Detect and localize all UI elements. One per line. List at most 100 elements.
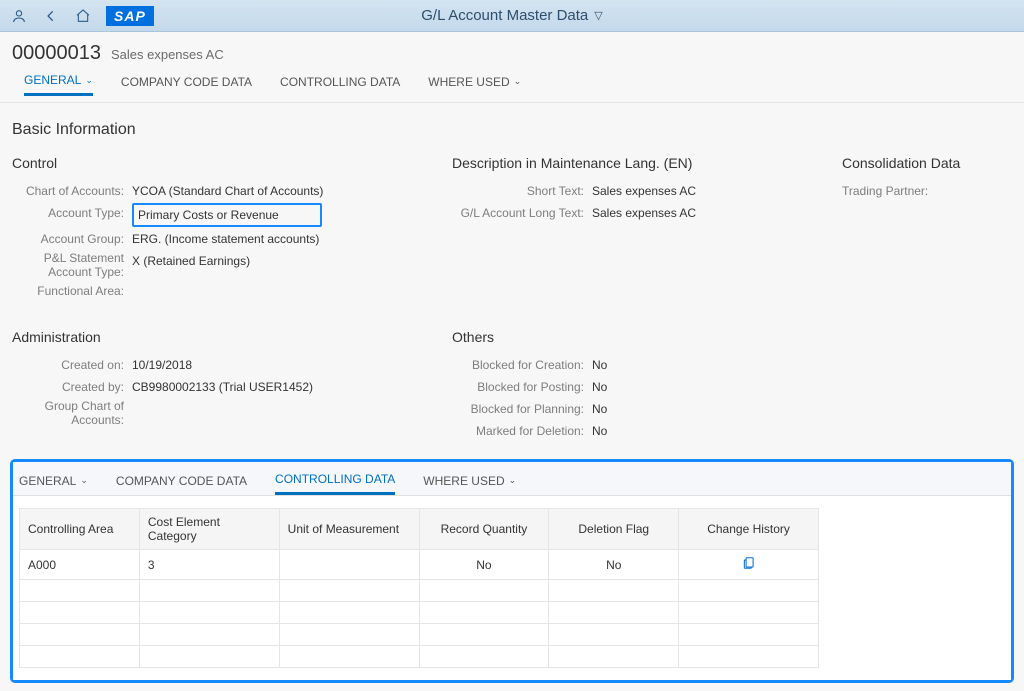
col-cost-element-category[interactable]: Cost Element Category [139, 509, 279, 550]
label-blocked-creation: Blocked for Creation: [452, 355, 592, 375]
tab-company-label: COMPANY CODE DATA [121, 75, 252, 89]
panel-control-title: Control [12, 155, 432, 171]
topbar-left-icons: SAP [0, 6, 154, 26]
panel-administration: Administration Created on: 10/19/2018 Cr… [12, 329, 432, 443]
table-header-row: Controlling Area Cost Element Category U… [20, 509, 819, 550]
tab-controlling-data[interactable]: CONTROLLING DATA [280, 73, 400, 96]
label-short-text: Short Text: [452, 181, 592, 201]
controlling-data-table-wrap: Controlling Area Cost Element Category U… [13, 496, 1011, 680]
label-trading-partner: Trading Partner: [842, 181, 936, 201]
lower-tab-company-label: COMPANY CODE DATA [116, 474, 247, 488]
value-long-text: Sales expenses AC [592, 203, 696, 223]
value-account-group: ERG. (Income statement accounts) [132, 229, 319, 249]
lower-tab-general[interactable]: GENERAL ⌄ [19, 472, 88, 495]
tab-general-label: GENERAL [24, 73, 81, 87]
label-group-chart-a: Group Chart of [45, 399, 124, 413]
value-blocked-posting: No [592, 377, 607, 397]
panel-description-lang: Description in Maintenance Lang. (EN) Sh… [452, 155, 822, 303]
table-row-empty [20, 602, 819, 624]
table-row-empty [20, 580, 819, 602]
panel-consolidation-title: Consolidation Data [842, 155, 1012, 171]
panel-consolidation: Consolidation Data Trading Partner: [842, 155, 1012, 303]
lower-tab-controlling-data[interactable]: CONTROLLING DATA [275, 472, 395, 495]
label-group-chart-b: Accounts: [71, 413, 124, 427]
tab-whereused-label: WHERE USED [428, 75, 509, 89]
label-functional-area: Functional Area: [12, 281, 132, 301]
label-marked-deletion: Marked for Deletion: [452, 421, 592, 441]
value-marked-deletion: No [592, 421, 607, 441]
info-grid-bottom: Administration Created on: 10/19/2018 Cr… [0, 311, 1024, 451]
chevron-down-icon: ⌄ [85, 75, 93, 86]
chevron-down-icon: ⌄ [514, 76, 522, 87]
panel-others: Others Blocked for Creation: No Blocked … [452, 329, 822, 443]
value-blocked-planning: No [592, 399, 607, 419]
label-pl-a: P&L Statement [44, 251, 124, 265]
value-chart-of-accounts: YCOA (Standard Chart of Accounts) [132, 181, 323, 201]
label-blocked-posting: Blocked for Posting: [452, 377, 592, 397]
lower-tab-where-used[interactable]: WHERE USED ⌄ [423, 472, 516, 495]
user-icon[interactable] [10, 7, 28, 25]
chevron-down-icon: ⌄ [509, 475, 517, 486]
col-deletion-flag[interactable]: Deletion Flag [549, 509, 679, 550]
lower-tab-whereused-label: WHERE USED [423, 474, 504, 488]
tab-where-used[interactable]: WHERE USED ⌄ [428, 73, 521, 96]
value-created-on: 10/19/2018 [132, 355, 192, 375]
cell-controlling-area: A000 [20, 550, 140, 580]
label-long-text: G/L Account Long Text: [452, 203, 592, 223]
col-record-quantity[interactable]: Record Quantity [419, 509, 549, 550]
lower-tab-general-label: GENERAL [19, 474, 76, 488]
info-grid-top: Control Chart of Accounts: YCOA (Standar… [0, 147, 1024, 311]
sap-logo: SAP [106, 6, 154, 26]
col-change-history[interactable]: Change History [679, 509, 819, 550]
chevron-down-icon: ▽ [594, 9, 602, 22]
lower-tab-company-code-data[interactable]: COMPANY CODE DATA [116, 472, 247, 495]
label-blocked-planning: Blocked for Planning: [452, 399, 592, 419]
panel-admin-title: Administration [12, 329, 432, 345]
value-short-text: Sales expenses AC [592, 181, 696, 201]
panel-control: Control Chart of Accounts: YCOA (Standar… [12, 155, 432, 303]
panel-description-title: Description in Maintenance Lang. (EN) [452, 155, 822, 171]
label-account-type: Account Type: [12, 203, 132, 227]
tab-controlling-label: CONTROLLING DATA [280, 75, 400, 89]
table-row[interactable]: A000 3 No No [20, 550, 819, 580]
main-tabs: GENERAL ⌄ COMPANY CODE DATA CONTROLLING … [12, 65, 1012, 96]
chevron-down-icon: ⌄ [80, 475, 88, 486]
object-desc: Sales expenses AC [111, 47, 224, 62]
page-title[interactable]: G/L Account Master Data ▽ [421, 7, 603, 24]
tab-company-code-data[interactable]: COMPANY CODE DATA [121, 73, 252, 96]
tab-general[interactable]: GENERAL ⌄ [24, 73, 93, 96]
lower-tabs: GENERAL ⌄ COMPANY CODE DATA CONTROLLING … [13, 462, 1011, 496]
object-id: 00000013 [12, 42, 101, 65]
label-created-by: Created by: [12, 377, 132, 397]
cell-unit-of-measurement [279, 550, 419, 580]
document-icon[interactable] [742, 557, 756, 573]
cell-change-history[interactable] [679, 550, 819, 580]
label-account-group: Account Group: [12, 229, 132, 249]
label-created-on: Created on: [12, 355, 132, 375]
label-pl-statement-account-type: P&L Statement Account Type: [12, 251, 132, 279]
value-pl-statement-account-type: X (Retained Earnings) [132, 251, 250, 279]
page-title-text: G/L Account Master Data [421, 7, 588, 24]
col-controlling-area[interactable]: Controlling Area [20, 509, 140, 550]
object-header: 00000013 Sales expenses AC GENERAL ⌄ COM… [0, 32, 1024, 103]
cell-deletion-flag: No [549, 550, 679, 580]
app-topbar: SAP G/L Account Master Data ▽ [0, 0, 1024, 32]
home-icon[interactable] [74, 7, 92, 25]
cell-cost-element-category: 3 [139, 550, 279, 580]
table-row-empty [20, 624, 819, 646]
panel-others-title: Others [452, 329, 822, 345]
value-account-type: Primary Costs or Revenue [132, 203, 322, 227]
cell-record-quantity: No [419, 550, 549, 580]
lower-tab-controlling-label: CONTROLLING DATA [275, 472, 395, 486]
lower-highlight-box: GENERAL ⌄ COMPANY CODE DATA CONTROLLING … [10, 459, 1014, 683]
label-pl-b: Account Type: [48, 265, 124, 279]
label-group-chart: Group Chart of Accounts: [12, 399, 132, 427]
value-blocked-creation: No [592, 355, 607, 375]
label-chart-of-accounts: Chart of Accounts: [12, 181, 132, 201]
col-unit-of-measurement[interactable]: Unit of Measurement [279, 509, 419, 550]
section-basic-information: Basic Information [0, 103, 1024, 147]
value-created-by: CB9980002133 (Trial USER1452) [132, 377, 313, 397]
back-icon[interactable] [42, 7, 60, 25]
table-row-empty [20, 646, 819, 668]
controlling-data-table: Controlling Area Cost Element Category U… [19, 508, 819, 668]
